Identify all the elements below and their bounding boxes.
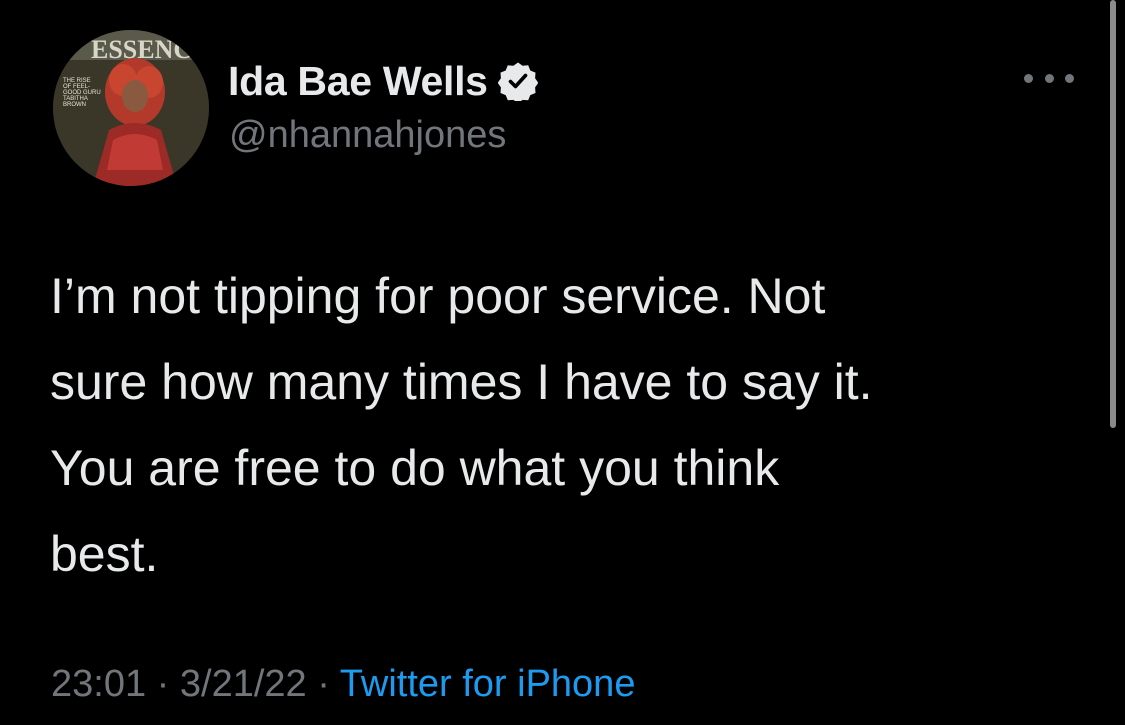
author-display-name[interactable]: Ida Bae Wells (228, 58, 488, 105)
avatar[interactable]: ESSENCE THE RISE OF FEEL- GOOD GURU TABI… (53, 30, 209, 186)
author-handle[interactable]: @nhannahjones (229, 108, 506, 162)
magazine-title: ESSENCE (91, 35, 209, 64)
meta-separator: · (156, 663, 170, 705)
more-dot (1044, 73, 1054, 83)
tweet-meta: 23:01 · 3/21/22 · Twitter for iPhone (51, 656, 635, 712)
more-dot (1024, 73, 1033, 83)
tweet-source-link[interactable]: Twitter for iPhone (340, 663, 636, 705)
tweet-time[interactable]: 23:01 (51, 663, 146, 705)
author-name-row[interactable]: Ida Bae Wells (228, 54, 538, 108)
more-dot (1065, 73, 1074, 83)
cover-text-5: BROWN (63, 102, 86, 108)
avatar-image: ESSENCE THE RISE OF FEEL- GOOD GURU TABI… (53, 30, 209, 186)
tweet-date[interactable]: 3/21/22 (180, 663, 307, 705)
verified-badge-icon (497, 61, 538, 101)
scrollbar[interactable] (1110, 0, 1116, 428)
more-options-icon[interactable] (1024, 66, 1074, 90)
tweet-text: I’m not tipping for poor service. Not su… (50, 268, 873, 582)
meta-separator: · (317, 663, 330, 705)
